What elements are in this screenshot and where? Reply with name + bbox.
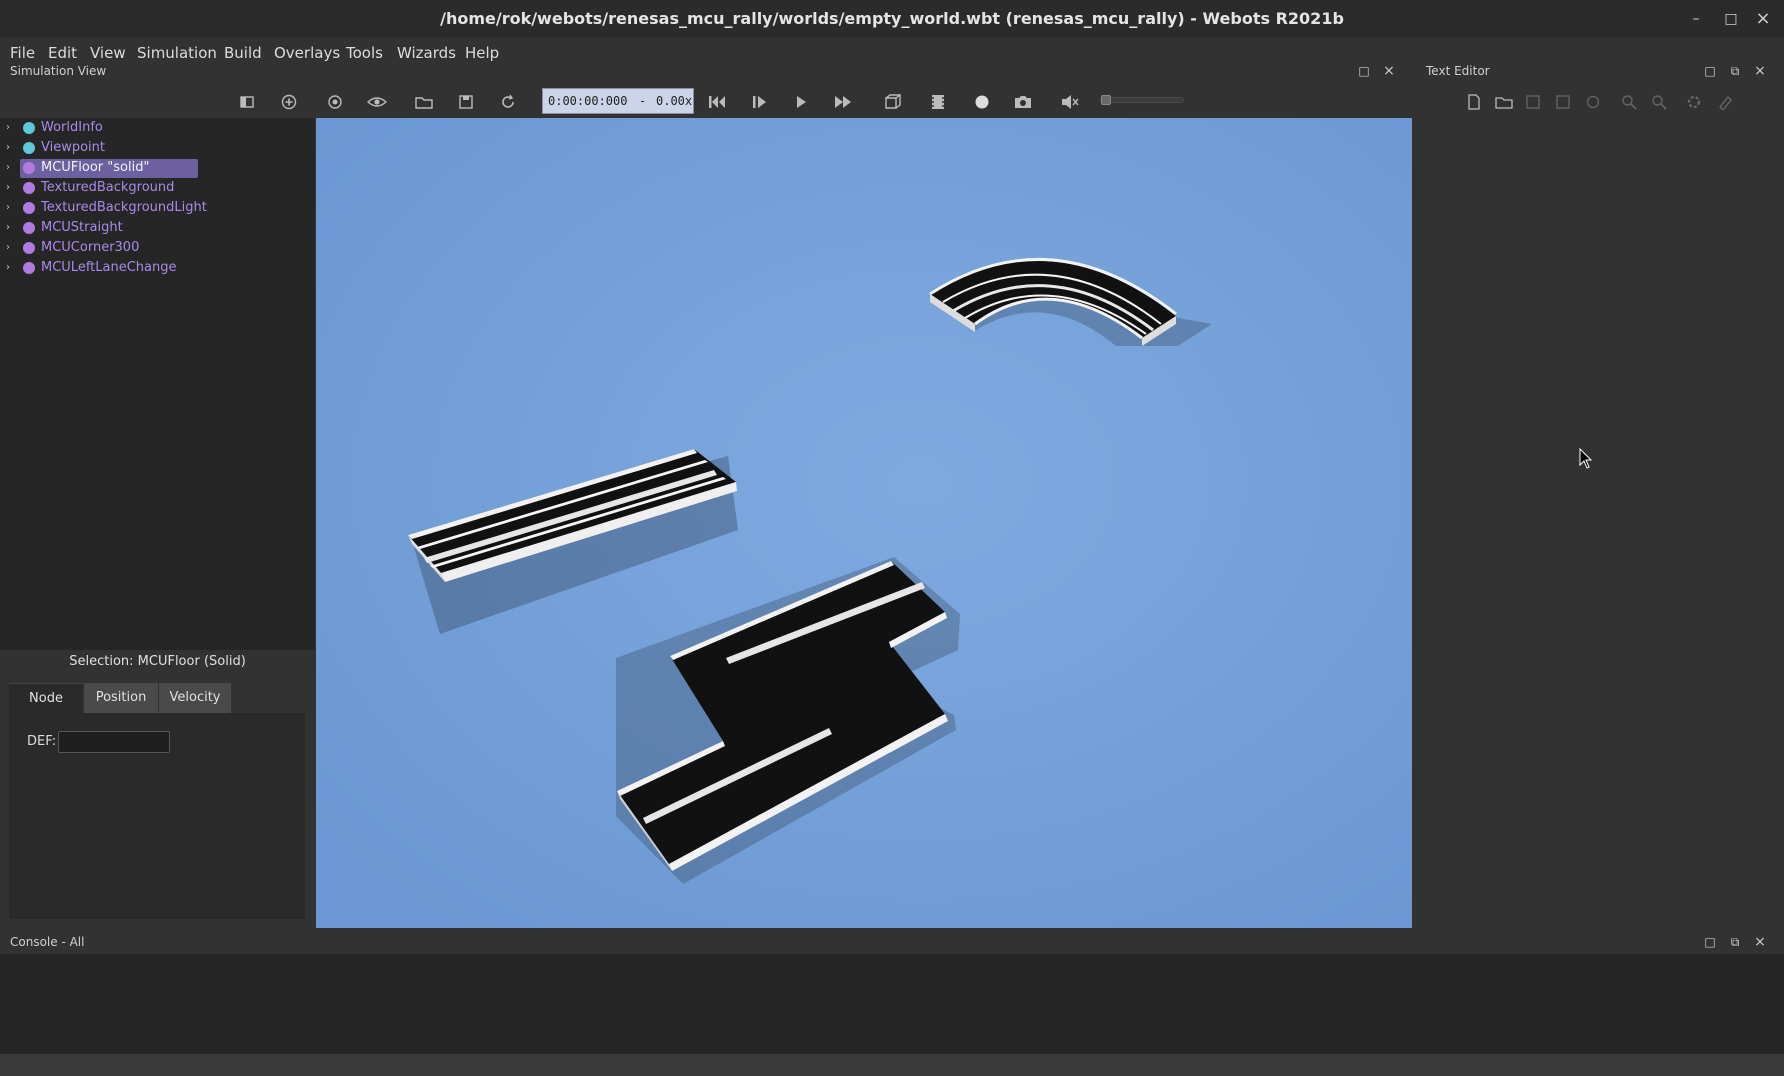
volume-slider-handle[interactable] bbox=[1101, 95, 1111, 105]
tree-item-label: MCULeftLaneChange bbox=[41, 260, 177, 275]
add-node-icon[interactable] bbox=[277, 92, 301, 112]
status-bar bbox=[0, 1054, 1784, 1076]
expand-arrow-icon[interactable]: › bbox=[6, 178, 16, 198]
node-type-icon bbox=[23, 142, 35, 154]
tree-item-label: MCUStraight bbox=[41, 220, 123, 235]
simulation-time: 0:00:00:000 bbox=[548, 94, 628, 108]
tree-item-label: WorldInfo bbox=[41, 120, 103, 135]
console-header bbox=[0, 928, 1784, 954]
close-button[interactable]: × bbox=[1752, 8, 1774, 30]
revert-icon[interactable] bbox=[1581, 92, 1605, 112]
tree-item-worldinfo[interactable]: › WorldInfo bbox=[0, 118, 315, 138]
text-editor-area[interactable] bbox=[1420, 118, 1784, 928]
build-icon[interactable] bbox=[1682, 92, 1706, 112]
close-dock-icon[interactable]: × bbox=[1381, 63, 1397, 79]
selection-label: Selection: MCUFloor (Solid) bbox=[69, 654, 246, 669]
close-dock-icon[interactable]: × bbox=[1752, 934, 1768, 950]
float-dock-icon[interactable]: □ bbox=[1702, 934, 1718, 950]
tree-item-texturedbackground[interactable]: › TexturedBackground bbox=[0, 178, 315, 198]
text-editor-title: Text Editor bbox=[1426, 64, 1490, 78]
menu-help[interactable]: Help bbox=[465, 38, 499, 68]
tree-item-label: TexturedBackground bbox=[41, 180, 175, 195]
fast-forward-icon[interactable] bbox=[831, 92, 855, 112]
undock-icon[interactable]: ⧉ bbox=[1727, 934, 1743, 950]
screenshot-icon[interactable] bbox=[1011, 92, 1035, 112]
tree-item-mcufloor[interactable]: › MCUFloor "solid" bbox=[0, 158, 315, 178]
node-type-icon bbox=[23, 262, 35, 274]
expand-arrow-icon[interactable]: › bbox=[6, 138, 16, 158]
open-file-icon[interactable] bbox=[1492, 92, 1516, 112]
tab-node[interactable]: Node bbox=[9, 683, 83, 713]
simulation-view-title: Simulation View bbox=[10, 64, 107, 78]
tree-item-mculeftlanechange[interactable]: › MCULeftLaneChange bbox=[0, 258, 315, 278]
menu-wizards[interactable]: Wizards bbox=[397, 38, 456, 68]
expand-arrow-icon[interactable]: › bbox=[6, 218, 16, 238]
save-as-icon[interactable] bbox=[1551, 92, 1575, 112]
def-input[interactable] bbox=[58, 731, 170, 753]
float-dock-icon[interactable]: □ bbox=[1702, 63, 1718, 79]
def-label: DEF: bbox=[27, 734, 57, 749]
render-toggle-icon[interactable] bbox=[880, 92, 904, 112]
tab-position[interactable]: Position bbox=[84, 683, 158, 713]
record-icon[interactable] bbox=[970, 92, 994, 112]
view-menu-icon[interactable] bbox=[365, 92, 389, 112]
tree-item-mcucorner300[interactable]: › MCUCorner300 bbox=[0, 238, 315, 258]
replace-icon[interactable] bbox=[1647, 92, 1671, 112]
node-type-icon bbox=[23, 242, 35, 254]
3d-viewport[interactable] bbox=[316, 118, 1412, 928]
node-type-icon bbox=[23, 162, 35, 174]
hide-scene-tree-icon[interactable] bbox=[235, 92, 259, 112]
clean-icon[interactable] bbox=[1713, 92, 1737, 112]
new-file-icon[interactable] bbox=[1462, 92, 1486, 112]
reset-viewpoint-icon[interactable] bbox=[323, 92, 347, 112]
tree-item-texturedbackgroundlight[interactable]: › TexturedBackgroundLight bbox=[0, 198, 315, 218]
close-dock-icon[interactable]: × bbox=[1752, 63, 1768, 79]
tree-item-label: MCUCorner300 bbox=[41, 240, 140, 255]
expand-arrow-icon[interactable]: › bbox=[6, 258, 16, 278]
menu-bar bbox=[0, 38, 1784, 68]
simulation-time-display: 0:00:00:000 - 0.00x bbox=[542, 88, 694, 114]
scene-tree: › WorldInfo › Viewpoint › MCUFloor "soli… bbox=[0, 118, 315, 650]
tree-item-mcustraight[interactable]: › MCUStraight bbox=[0, 218, 315, 238]
maximize-button[interactable]: □ bbox=[1720, 8, 1742, 30]
record-movie-icon[interactable] bbox=[926, 92, 950, 112]
expand-arrow-icon[interactable]: › bbox=[6, 158, 16, 178]
menu-overlays[interactable]: Overlays bbox=[274, 38, 340, 68]
expand-arrow-icon[interactable]: › bbox=[6, 238, 16, 258]
volume-slider[interactable] bbox=[1100, 97, 1184, 103]
node-type-icon bbox=[23, 222, 35, 234]
float-dock-icon[interactable]: □ bbox=[1356, 63, 1372, 79]
tree-item-viewpoint[interactable]: › Viewpoint bbox=[0, 138, 315, 158]
tree-item-label: MCUFloor "solid" bbox=[41, 160, 150, 175]
3d-scene[interactable] bbox=[316, 118, 1412, 928]
step-icon[interactable] bbox=[747, 92, 771, 112]
node-type-icon bbox=[23, 122, 35, 134]
save-world-icon[interactable] bbox=[454, 92, 478, 112]
expand-arrow-icon[interactable]: › bbox=[6, 118, 16, 138]
mute-icon[interactable] bbox=[1058, 92, 1082, 112]
reload-world-icon[interactable] bbox=[496, 92, 520, 112]
node-type-icon bbox=[23, 182, 35, 194]
undock-icon[interactable]: ⧉ bbox=[1727, 63, 1743, 79]
simulation-speed: 0.00x bbox=[656, 94, 693, 108]
menu-tools[interactable]: Tools bbox=[346, 38, 383, 68]
tab-velocity[interactable]: Velocity bbox=[159, 683, 231, 713]
open-world-icon[interactable] bbox=[412, 92, 436, 112]
node-type-icon bbox=[23, 202, 35, 214]
console-output[interactable] bbox=[0, 954, 1784, 1054]
tree-item-label: Viewpoint bbox=[41, 140, 106, 155]
save-file-icon[interactable] bbox=[1521, 92, 1545, 112]
run-realtime-icon[interactable] bbox=[789, 92, 813, 112]
expand-arrow-icon[interactable]: › bbox=[6, 198, 16, 218]
window-title: /home/rok/webots/renesas_mcu_rally/world… bbox=[440, 9, 1344, 28]
time-separator: - bbox=[639, 94, 647, 108]
reset-simulation-icon[interactable] bbox=[705, 92, 729, 112]
menu-build[interactable]: Build bbox=[224, 38, 262, 68]
tree-item-label: TexturedBackgroundLight bbox=[41, 200, 207, 215]
mouse-cursor-icon bbox=[1579, 448, 1593, 469]
console-title: Console - All bbox=[10, 935, 85, 949]
find-icon[interactable] bbox=[1617, 92, 1641, 112]
minimize-button[interactable]: – bbox=[1685, 8, 1707, 30]
menu-simulation[interactable]: Simulation bbox=[137, 38, 217, 68]
